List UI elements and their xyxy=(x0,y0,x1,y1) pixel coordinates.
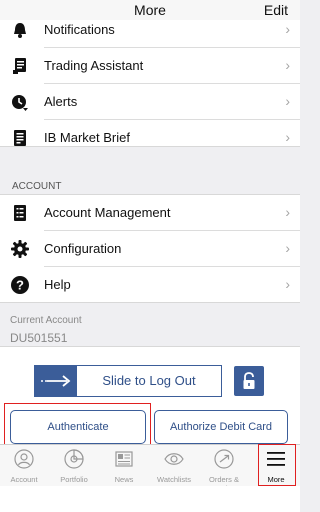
tab-news[interactable]: News xyxy=(100,445,148,487)
slider-handle[interactable] xyxy=(35,366,77,396)
bell-icon xyxy=(14,23,26,38)
menu-item-label: IB Market Brief xyxy=(44,130,130,145)
trades-icon xyxy=(214,449,234,469)
pie-chart-icon xyxy=(64,449,84,469)
highlight-box-more-tab xyxy=(258,444,296,486)
current-account-panel: Current Account DU501551 xyxy=(0,302,300,346)
authorize-debit-card-button[interactable]: Authorize Debit Card xyxy=(154,410,288,444)
arrow-right-icon xyxy=(41,375,71,387)
menu-item-label: Account Management xyxy=(44,205,171,220)
newspaper-icon xyxy=(115,451,133,467)
assistant-doc-icon xyxy=(13,58,26,74)
document-icon xyxy=(14,130,26,146)
svg-text:?: ? xyxy=(16,278,24,293)
slider-label: Slide to Log Out xyxy=(102,373,196,388)
menu-item-trading-assistant[interactable]: Trading Assistant › xyxy=(0,48,300,84)
tab-label: Portfolio xyxy=(60,475,88,484)
tab-orders-trades[interactable]: Orders & Trades xyxy=(200,445,248,493)
chevron-right-icon: › xyxy=(285,93,290,109)
logout-slider[interactable]: Slide to Log Out xyxy=(34,365,222,397)
person-icon xyxy=(14,449,34,469)
help-icon: ? xyxy=(11,276,29,294)
menu-item-configuration[interactable]: Configuration › xyxy=(0,231,300,267)
lock-icon xyxy=(243,372,255,389)
menu-item-account-management[interactable]: Account Management › xyxy=(0,195,300,231)
tab-watchlists[interactable]: Watchlists xyxy=(150,445,198,487)
current-account-label: Current Account xyxy=(10,315,82,326)
alert-bell-icon xyxy=(12,95,28,111)
tab-label: Watchlists xyxy=(157,475,191,484)
chevron-right-icon: › xyxy=(285,240,290,256)
current-account-id: DU501551 xyxy=(10,331,68,345)
eye-icon xyxy=(164,453,184,465)
section-spacer xyxy=(0,146,300,172)
tab-account[interactable]: Account xyxy=(0,445,48,487)
menu-item-label: Help xyxy=(44,277,71,292)
menu-item-label: Trading Assistant xyxy=(44,58,144,73)
lock-button[interactable] xyxy=(234,366,264,396)
bottom-filler xyxy=(0,486,300,512)
chevron-right-icon: › xyxy=(285,204,290,220)
chevron-right-icon: › xyxy=(285,129,290,145)
menu-item-label: Configuration xyxy=(44,241,122,256)
gear-icon xyxy=(11,240,29,258)
chevron-right-icon: › xyxy=(285,276,290,292)
menu-item-notifications[interactable]: Notifications › xyxy=(0,12,300,48)
highlight-box-authenticate xyxy=(4,403,151,450)
menu-item-help[interactable]: ? Help › xyxy=(0,267,300,303)
menu-item-label: Alerts xyxy=(44,94,78,109)
menu-list-account: Account Management › Configuration › ? H… xyxy=(0,194,300,302)
tab-label: News xyxy=(114,475,134,484)
menu-list-top: Notifications › Trading Assistant › Aler… xyxy=(0,20,300,146)
tab-portfolio[interactable]: Portfolio xyxy=(50,445,98,487)
menu-item-label: Notifications xyxy=(44,22,115,37)
menu-item-alerts[interactable]: Alerts › xyxy=(0,84,300,120)
chevron-right-icon: › xyxy=(285,21,290,37)
account-list-icon xyxy=(14,205,26,221)
tab-label: Account xyxy=(10,475,38,484)
chevron-right-icon: › xyxy=(285,57,290,73)
section-heading: ACCOUNT xyxy=(12,181,62,192)
tab-bar: Account Portfolio News Watchlists Orders… xyxy=(0,444,300,493)
